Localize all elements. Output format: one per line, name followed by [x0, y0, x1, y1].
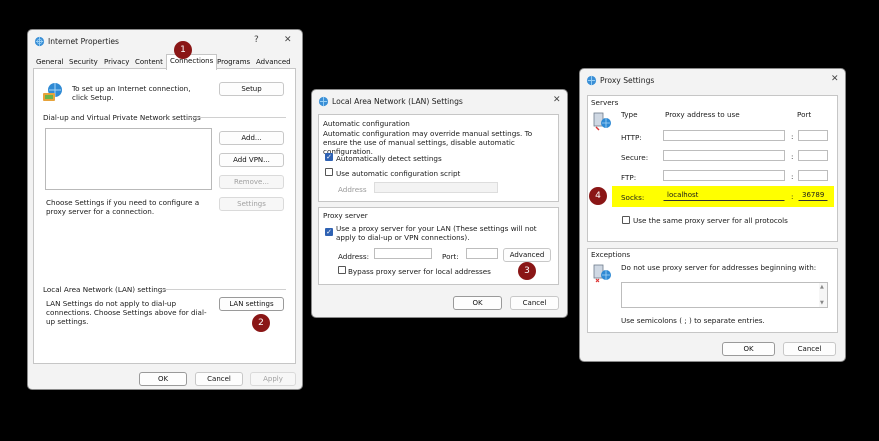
add-button[interactable]: Add...	[219, 131, 284, 145]
use-proxy-checkbox[interactable]: ✓	[325, 228, 333, 236]
cancel-button[interactable]: Cancel	[195, 372, 243, 386]
same-proxy-checkbox[interactable]	[622, 216, 630, 224]
dialog-title: Proxy Settings	[600, 76, 655, 85]
scroll-down-icon[interactable]: ▼	[820, 300, 824, 306]
semicolons-text: Use semicolons ( ; ) to separate entries…	[621, 316, 765, 325]
connections-list[interactable]	[45, 128, 212, 190]
lan-text: LAN Settings do not apply to dial-up con…	[46, 299, 207, 326]
settings-button[interactable]: Settings	[219, 197, 284, 211]
use-script-checkbox[interactable]	[325, 168, 333, 176]
secure-label: Secure:	[621, 153, 649, 162]
exceptions-textarea[interactable]: ▲ ▼	[621, 282, 828, 308]
socks-address-input[interactable]: localhost	[663, 190, 785, 201]
socks-port-input[interactable]: 36789	[798, 190, 828, 201]
tab-connections[interactable]: Connections	[166, 54, 218, 70]
add-vpn-button[interactable]: Add VPN...	[219, 153, 284, 167]
scrollbar[interactable]: ▲ ▼	[819, 283, 827, 307]
dialog-title: Local Area Network (LAN) Settings	[332, 97, 463, 106]
globe-icon	[318, 96, 329, 107]
auto-config-text: Automatic configuration may override man…	[323, 129, 533, 156]
http-port-input[interactable]	[798, 130, 828, 141]
step-badge-1: 1	[174, 41, 192, 59]
lan-header: Local Area Network (LAN) settings	[43, 285, 167, 294]
setup-button[interactable]: Setup	[219, 82, 284, 96]
same-proxy-label: Use the same proxy server for all protoc…	[633, 216, 788, 225]
lan-settings-button[interactable]: LAN settings	[219, 297, 284, 311]
step-badge-3: 3	[518, 262, 536, 280]
proxy-port-input[interactable]	[466, 248, 498, 259]
servers-header: Servers	[591, 98, 619, 107]
colon-separator: :	[791, 132, 794, 141]
socks-label: Socks:	[621, 193, 645, 202]
ok-button[interactable]: OK	[722, 342, 775, 356]
step-badge-2: 2	[252, 314, 270, 332]
ftp-address-input[interactable]	[663, 170, 785, 181]
colon-separator: :	[791, 192, 794, 201]
http-label: HTTP:	[621, 133, 642, 142]
step-badge-4: 4	[589, 187, 607, 205]
close-button[interactable]: ✕	[553, 95, 561, 105]
network-globe-icon	[43, 83, 62, 101]
close-button[interactable]: ✕	[284, 35, 292, 45]
setup-text: To set up an Internet connection, click …	[72, 84, 191, 102]
remove-button[interactable]: Remove...	[219, 175, 284, 189]
bypass-checkbox[interactable]	[338, 266, 346, 274]
bypass-label: Bypass proxy server for local addresses	[348, 267, 491, 276]
auto-detect-checkbox[interactable]: ✓	[325, 153, 333, 161]
ok-button[interactable]: OK	[453, 296, 502, 310]
secure-address-input[interactable]	[663, 150, 785, 161]
col-address: Proxy address to use	[665, 110, 740, 119]
proxy-hint-text: Choose Settings if you need to configure…	[46, 198, 200, 216]
auto-detect-label: Automatically detect settings	[336, 154, 442, 163]
exceptions-icon	[593, 264, 611, 283]
advanced-button[interactable]: Advanced	[503, 248, 551, 262]
colon-separator: :	[791, 152, 794, 161]
ftp-label: FTP:	[621, 173, 637, 182]
use-proxy-label: Use a proxy server for your LAN (These s…	[336, 224, 537, 242]
http-address-input[interactable]	[663, 130, 785, 141]
proxy-server-icon	[593, 112, 611, 131]
close-button[interactable]: ✕	[831, 74, 839, 84]
apply-button[interactable]: Apply	[250, 372, 296, 386]
cancel-button[interactable]: Cancel	[510, 296, 559, 310]
exceptions-header: Exceptions	[591, 250, 631, 259]
proxy-address-label: Address:	[338, 252, 370, 261]
title-bar: Internet Properties ? ✕	[28, 30, 302, 54]
colon-separator: :	[791, 172, 794, 181]
scroll-up-icon[interactable]: ▲	[820, 284, 824, 290]
col-port: Port	[797, 110, 812, 119]
title-bar: Local Area Network (LAN) Settings ✕	[312, 90, 567, 114]
ok-button[interactable]: OK	[139, 372, 187, 386]
title-bar: Proxy Settings ✕	[580, 69, 845, 93]
dialup-header: Dial-up and Virtual Private Network sett…	[43, 113, 201, 122]
help-button[interactable]: ?	[254, 35, 259, 45]
proxy-server-header: Proxy server	[323, 211, 368, 220]
dialog-title: Internet Properties	[48, 37, 119, 46]
ftp-port-input[interactable]	[798, 170, 828, 181]
globe-icon	[586, 75, 597, 86]
secure-port-input[interactable]	[798, 150, 828, 161]
proxy-address-input[interactable]	[374, 248, 432, 259]
auto-config-header: Automatic configuration	[323, 119, 410, 128]
cancel-button[interactable]: Cancel	[783, 342, 836, 356]
script-address-input[interactable]	[374, 182, 498, 193]
col-type: Type	[621, 110, 638, 119]
use-script-label: Use automatic configuration script	[336, 169, 461, 178]
proxy-port-label: Port:	[442, 252, 459, 261]
script-address-label: Address	[338, 185, 367, 194]
globe-icon	[34, 36, 45, 47]
exceptions-text: Do not use proxy server for addresses be…	[621, 263, 817, 272]
